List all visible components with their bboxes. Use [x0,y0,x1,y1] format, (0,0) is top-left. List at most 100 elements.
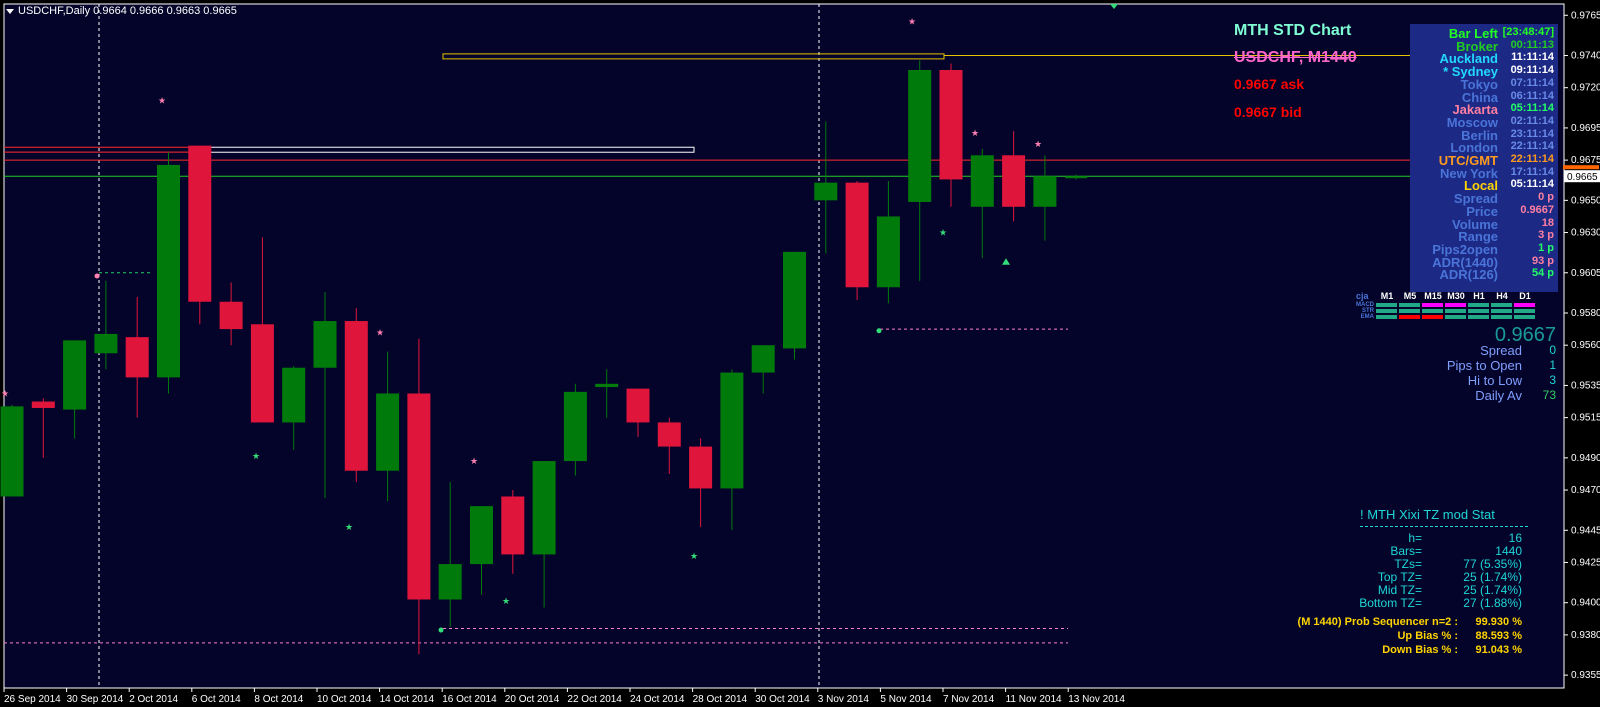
tz-row: Auckland 11:11:14 [1410,51,1558,66]
tz-row: Volume 18 [1410,216,1558,232]
timeframe-label: M30 [1447,291,1465,301]
tz-row: UTC/GMT 22:11:14 [1410,153,1558,168]
tz-row: Tokyo 07:11:14 [1410,76,1558,92]
stat-title: ! MTH Xixi TZ mod Stat [1360,507,1495,522]
y-tick-label: 0.9515 [1571,413,1600,424]
signal-cell [1514,303,1535,307]
price-box-value: 0 [1549,343,1556,357]
price-tag-marker [1563,165,1599,170]
y-tick-label: 0.9605 [1571,268,1600,279]
x-tick-label: 24 Oct 2014 [630,694,685,705]
tz-value: [23:48:47] [1502,26,1554,38]
prob-label: Down Bias % : [1382,644,1458,656]
tz-row: Berlin 23:11:14 [1410,127,1558,143]
bull-candle-body [376,393,400,471]
x-tick-label: 28 Oct 2014 [693,694,748,705]
star-marker-icon: ★ [1,388,9,398]
y-tick-label: 0.9355 [1571,670,1600,681]
bear-candle-body [657,422,681,447]
x-tick-label: 11 Nov 2014 [1006,694,1062,705]
tz-value: 09:11:14 [1510,64,1554,77]
price-box-value: 73 [1542,388,1556,402]
star-marker-icon: ★ [345,522,353,532]
timezone-panel: Bar Left [23:48:47] Broker 00:11:13 Auckland… [1410,24,1558,292]
tz-row: Jakarta 05:11:14 [1410,102,1558,117]
menu-arrow-icon[interactable] [6,8,14,14]
signal-cell [1399,303,1420,307]
tz-value: 02:11:14 [1510,114,1554,127]
dot-marker-icon [94,273,100,279]
price-box-value: 1 [1549,358,1556,372]
bull-candle-body [908,69,932,202]
signal-cell [1376,303,1397,307]
star-marker-icon: ★ [158,96,166,106]
y-tick-label: 0.9535 [1571,380,1600,391]
chart-window[interactable]: ★ ★ ★ ★ ★ ★ ★ ★ ★ ★ ★ ★ 0.9765 0.9740 0.9720 0.9695 0.9… [0,0,1600,707]
x-tick-label: 14 Oct 2014 [380,694,435,705]
bear-candle-body [501,496,525,555]
star-marker-icon: ★ [376,327,384,337]
signal-cell [1399,309,1420,313]
stat-value: 25 (1.74%) [1463,583,1522,597]
y-tick-label: 0.9650 [1571,195,1600,206]
y-tick-label: 0.9560 [1571,340,1600,351]
timeframe-label: D1 [1519,291,1531,301]
dot-marker-icon [876,328,882,334]
price-box-label: Spread [1480,343,1522,358]
tz-row: ADR(126) 54 p [1410,267,1558,282]
stat-label: Mid TZ= [1377,583,1422,597]
bull-candle-body [282,367,306,423]
stat-value: 1440 [1495,544,1522,558]
bear-candle-body [125,337,149,378]
price-box-label: Daily Av [1475,388,1522,403]
signal-cell [1514,315,1535,319]
prob-value: 99.930 % [1475,616,1522,628]
tz-value: 23:11:14 [1510,127,1554,140]
tz-value: 22:11:14 [1510,153,1554,165]
x-tick-label: 30 Sep 2014 [67,694,124,705]
tz-row: Range 3 p [1410,229,1558,244]
tz-row: Price 0.9667 [1410,204,1558,219]
x-tick-label: 13 Nov 2014 [1068,694,1125,705]
tz-value: 17:11:14 [1510,165,1554,178]
tz-row: * Sydney 09:11:14 [1410,64,1558,79]
signal-cell [1422,309,1443,313]
tz-stat-panel: ! MTH Xixi TZ mod Stat h= 16 Bars= 1440 TZs=… [1298,507,1560,667]
tz-value: 07:11:14 [1510,76,1554,89]
bull-candle-body [876,216,900,288]
bull-candle-body [595,383,619,388]
tz-row: Moscow 02:11:14 [1410,114,1558,130]
y-tick-label: 0.9630 [1571,228,1600,239]
star-marker-icon: ★ [502,596,510,606]
star-marker-icon: ★ [470,456,478,466]
bull-candle-body [563,391,587,462]
x-tick-label: 22 Oct 2014 [567,694,622,705]
signal-cell [1422,315,1443,319]
current-price-label: 0.9665 [1567,172,1598,183]
mth-chart-title: MTH STD Chart [1234,22,1352,39]
price-box-value: 3 [1549,373,1556,387]
candle [188,145,212,325]
x-tick-label: 5 Nov 2014 [880,694,932,705]
chart-title[interactable]: USDCHF,Daily 0.9664 0.9666 0.9663 0.9665 [6,5,237,17]
timeframe-label: H4 [1496,291,1508,301]
bear-candle-body [939,69,963,180]
bull-candle-body [1065,176,1088,179]
tz-value: 18 [1541,216,1554,229]
signal-cell [1445,303,1466,307]
bear-candle-body [250,324,274,423]
prob-value: 88.593 % [1475,630,1522,642]
candle [0,404,24,497]
tz-value: 00:11:13 [1510,38,1554,51]
signal-grid-label: cja [1356,291,1369,301]
x-tick-label: 20 Oct 2014 [505,694,560,705]
candle [845,181,869,301]
y-tick-label: 0.9445 [1571,525,1600,536]
bear-candle-body [344,321,368,471]
stat-value: 25 (1.74%) [1463,570,1522,584]
y-tick-label: 0.9720 [1571,83,1600,94]
bear-candle-body [219,301,243,330]
bull-candle-body [720,372,744,489]
signal-cell [1491,303,1512,307]
candle [344,308,368,482]
